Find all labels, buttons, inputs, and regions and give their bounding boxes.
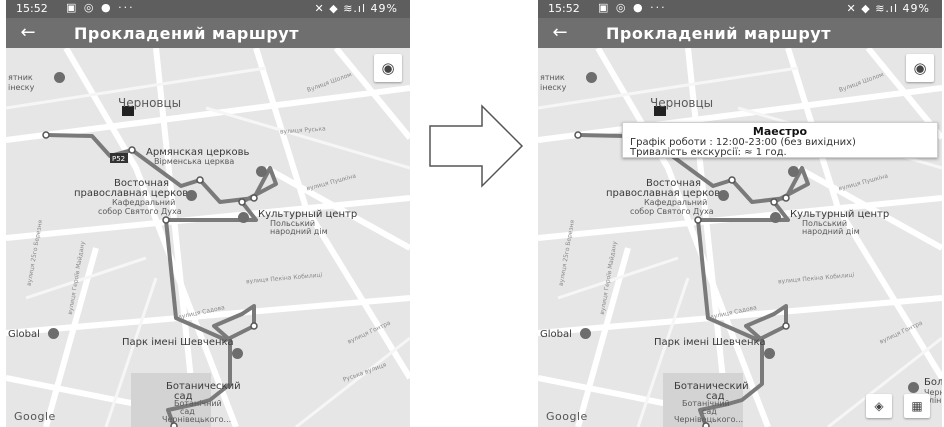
poi-pin-icon: [580, 328, 591, 339]
google-logo: Google: [14, 410, 56, 423]
place-label: Парк імені Шевченка: [122, 337, 234, 348]
notification-icons: ▣ ◎ ● ···: [598, 1, 667, 14]
place-label: Бол: [924, 377, 942, 388]
city-label: Черновцы: [118, 96, 182, 110]
place-label: Global: [540, 329, 572, 340]
status-time: 15:52: [548, 2, 580, 15]
status-right: ✕ ◆ ≋.ıl 49%: [847, 2, 930, 15]
directions-icon: ◈: [874, 399, 884, 413]
map-view[interactable]: ятник інеску Черновцы Восточная правосла…: [538, 48, 942, 427]
place-label: Кафедральний: [644, 198, 708, 207]
arrow-right-icon: [429, 104, 524, 188]
map-canvas: P52: [6, 48, 410, 427]
place-label: інеску: [8, 83, 35, 92]
place-label: ятник: [8, 73, 33, 82]
app-bar: ← Прокладений маршрут: [538, 18, 942, 48]
status-bar: 15:52 ▣ ◎ ● ··· ✕ ◆ ≋.ıl 49%: [538, 0, 942, 18]
page-title: Прокладений маршрут: [606, 24, 832, 43]
info-window[interactable]: Маестро Графік роботи : 12:00-23:00 (без…: [622, 122, 938, 158]
arrow-left-icon: ←: [20, 22, 36, 43]
poi-pin-icon: [256, 166, 267, 177]
route-badge-label: P52: [112, 155, 125, 163]
app-bar: ← Прокладений маршрут: [6, 18, 410, 48]
phone-screen-after: 15:52 ▣ ◎ ● ··· ✕ ◆ ≋.ıl 49% ← Прокладен…: [538, 0, 942, 427]
signal-icons: ✕ ◆ ≋.ıl: [846, 2, 899, 15]
map-view[interactable]: P52 ятник інеску Черновцы Армянская церк…: [6, 48, 410, 427]
poi-pin-icon: [770, 212, 781, 223]
place-label: Чернівецького...: [162, 415, 232, 424]
poi-pin-icon: [232, 348, 243, 359]
google-logo: Google: [546, 410, 588, 423]
my-location-button[interactable]: ◉: [906, 54, 934, 82]
road-network: [6, 48, 410, 427]
place-label: Парк імені Шевченка: [654, 337, 766, 348]
place-label: народний дім: [270, 227, 328, 236]
place-label: Чернівецького...: [674, 415, 744, 424]
road-network: [538, 48, 942, 427]
status-time: 15:52: [16, 2, 48, 15]
map-canvas: [538, 48, 942, 427]
place-label: народний дім: [802, 227, 860, 236]
poi-pin-icon: [586, 72, 597, 83]
arrow-left-icon: ←: [552, 22, 568, 43]
poi-pin-icon: [908, 382, 919, 393]
back-button[interactable]: ←: [14, 20, 42, 46]
notification-icons: ▣ ◎ ● ···: [66, 1, 135, 14]
poi-pin-icon: [54, 72, 65, 83]
place-label: Вірменська церква: [154, 157, 235, 166]
open-in-maps-icon: ▦: [911, 399, 923, 413]
phone-screen-before: 15:52 ▣ ◎ ● ··· ✕ ◆ ≋.ıl 49% ← Прокладен…: [6, 0, 410, 427]
status-bar: 15:52 ▣ ◎ ● ··· ✕ ◆ ≋.ıl 49%: [6, 0, 410, 18]
poi-pin-icon: [788, 166, 799, 177]
poi-pin-icon: [764, 348, 775, 359]
open-in-maps-button[interactable]: ▦: [904, 394, 930, 418]
my-location-icon: ◉: [381, 59, 395, 77]
place-label: собор Святого Духа: [630, 207, 714, 216]
back-button[interactable]: ←: [546, 20, 574, 46]
church-pin-icon: [718, 190, 729, 201]
my-location-icon: ◉: [913, 59, 927, 77]
place-label: Global: [8, 329, 40, 340]
directions-button[interactable]: ◈: [866, 394, 892, 418]
info-duration: Тривалість екскурсії: ≈ 1 год.: [630, 147, 787, 158]
church-pin-icon: [186, 190, 197, 201]
poi-pin-icon: [238, 212, 249, 223]
place-label: Кафедральний: [112, 198, 176, 207]
battery-level: 49%: [370, 2, 398, 15]
status-right: ✕ ◆ ≋.ıl 49%: [315, 2, 398, 15]
my-location-button[interactable]: ◉: [374, 54, 402, 82]
page-title: Прокладений маршрут: [74, 24, 300, 43]
place-label: ятник: [540, 73, 565, 82]
signal-icons: ✕ ◆ ≋.ıl: [314, 2, 367, 15]
place-label: собор Святого Духа: [98, 207, 182, 216]
poi-pin-icon: [48, 328, 59, 339]
city-label: Черновцы: [650, 96, 714, 110]
battery-level: 49%: [902, 2, 930, 15]
place-label: інеску: [540, 83, 567, 92]
